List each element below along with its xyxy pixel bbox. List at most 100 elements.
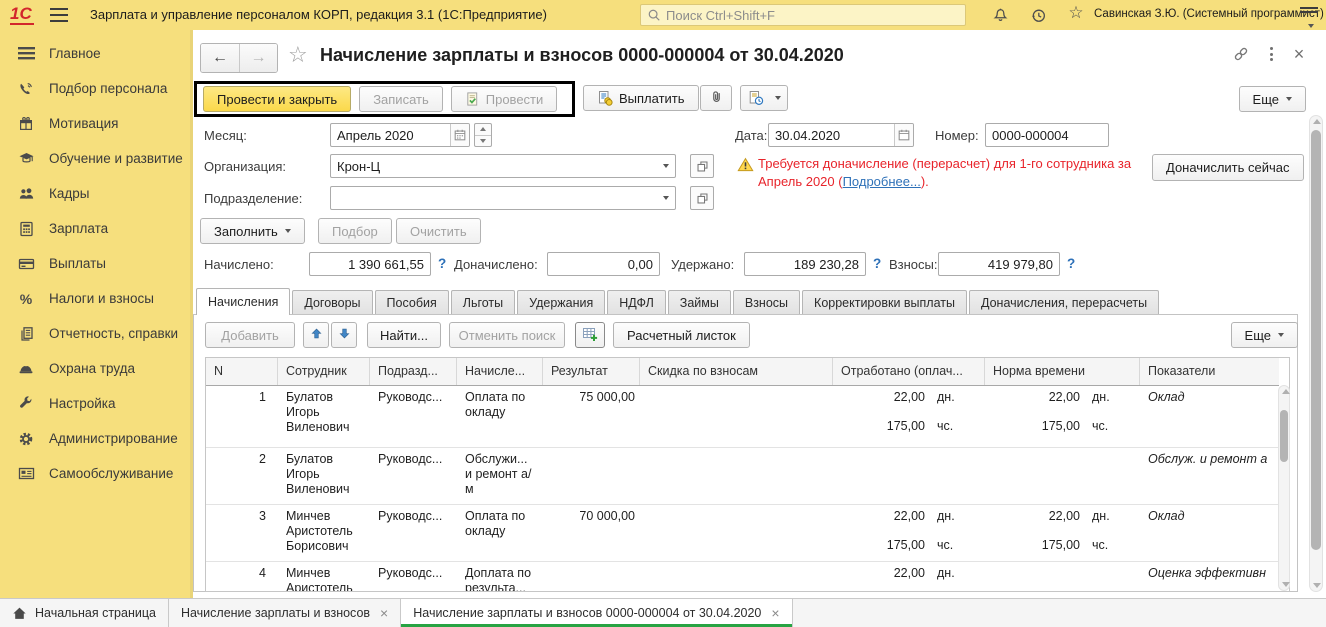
organization-field[interactable] (330, 154, 676, 178)
calendar-icon[interactable] (894, 124, 913, 146)
back-button[interactable]: ← (201, 44, 239, 72)
pay-button[interactable]: Выплатить (583, 85, 699, 111)
column-settings-button[interactable] (575, 322, 605, 348)
tab-privileges[interactable]: Льготы (451, 290, 515, 315)
close-icon[interactable]: × (1288, 44, 1310, 64)
chevron-down-icon[interactable] (658, 187, 675, 209)
withheld-field[interactable] (744, 252, 866, 276)
post-button[interactable]: Провести (451, 86, 558, 112)
sidebar-item-settings[interactable]: Настройка (0, 386, 190, 421)
table-row[interactable]: 4 Минчев Аристотель Руководс... Доплата … (206, 562, 1279, 592)
fill-button[interactable]: Заполнить (200, 218, 305, 244)
withheld-input[interactable] (745, 253, 865, 275)
details-link[interactable]: Подробнее... (843, 174, 921, 189)
withheld-help[interactable]: ? (873, 256, 881, 271)
window-tab[interactable]: Начисление зарплаты и взносов × (169, 599, 401, 627)
sidebar-item-salary[interactable]: Зарплата (0, 211, 190, 246)
tab-benefits[interactable]: Пособия (375, 290, 449, 315)
accrued-field[interactable] (309, 252, 431, 276)
department-open-button[interactable] (690, 186, 714, 210)
move-down-button[interactable] (331, 322, 357, 348)
sidebar-item-labor-safety[interactable]: Охрана труда (0, 351, 190, 386)
table-scrollbar-thumb[interactable] (1280, 410, 1288, 462)
close-tab-icon[interactable]: × (380, 605, 388, 621)
sidebar-item-recruiting[interactable]: Подбор персонала (0, 71, 190, 106)
tab-recalculations[interactable]: Доначисления, перерасчеты (969, 290, 1159, 315)
move-up-button[interactable] (303, 322, 329, 348)
tab-accruals[interactable]: Начисления (196, 288, 290, 315)
tab-deductions[interactable]: Удержания (517, 290, 605, 315)
pick-button[interactable]: Подбор (318, 218, 392, 244)
date-field[interactable] (768, 123, 914, 147)
post-and-close-button[interactable]: Провести и закрыть (203, 86, 351, 112)
month-field[interactable] (330, 123, 470, 147)
sidebar-item-motivation[interactable]: Мотивация (0, 106, 190, 141)
more-button-top[interactable]: Еще (1239, 86, 1306, 112)
tab-ndfl[interactable]: НДФЛ (607, 290, 666, 315)
sidebar-item-taxes[interactable]: % Налоги и взносы (0, 281, 190, 316)
clear-button[interactable]: Очистить (396, 218, 481, 244)
organization-open-button[interactable] (690, 154, 714, 178)
cancel-search-button[interactable]: Отменить поиск (449, 322, 565, 348)
get-link-icon[interactable] (1230, 44, 1252, 64)
service-menu-icon[interactable] (1300, 7, 1318, 23)
tab-contributions[interactable]: Взносы (733, 290, 800, 315)
col-header-discount[interactable]: Скидка по взносам (640, 358, 833, 385)
payslip-button[interactable]: Расчетный листок (613, 322, 750, 348)
tab-payment-adjustments[interactable]: Корректировки выплаты (802, 290, 967, 315)
more-menu-icon[interactable] (1260, 44, 1282, 64)
close-tab-icon[interactable]: × (771, 605, 779, 621)
table-row[interactable]: 3 Минчев Аристотель Борисович Руководс..… (206, 505, 1279, 562)
col-header-n[interactable]: N (206, 358, 278, 385)
history-icon[interactable] (1028, 5, 1048, 25)
form-scrollbar-thumb[interactable] (1311, 130, 1321, 550)
current-user[interactable]: Савинская З.Ю. (Системный программист) (1094, 8, 1324, 20)
contributions-help[interactable]: ? (1067, 256, 1075, 271)
additional-field[interactable] (547, 252, 660, 276)
sidebar-item-reports[interactable]: Отчетность, справки (0, 316, 190, 351)
recalculate-now-button[interactable]: Доначислить сейчас (1152, 154, 1304, 181)
additional-input[interactable] (548, 253, 659, 275)
organization-input[interactable] (331, 155, 658, 177)
col-header-worked[interactable]: Отработано (оплач... (833, 358, 985, 385)
form-scrollbar[interactable] (1309, 115, 1323, 592)
contributions-input[interactable] (939, 253, 1059, 275)
department-input[interactable] (331, 187, 658, 209)
notifications-bell-icon[interactable] (990, 5, 1010, 25)
main-menu-icon[interactable] (50, 8, 68, 22)
posting-mode-button[interactable] (740, 85, 788, 111)
department-field[interactable] (330, 186, 676, 210)
favorite-star-icon[interactable]: ☆ (288, 42, 308, 68)
tab-contracts[interactable]: Договоры (292, 290, 372, 315)
global-search[interactable] (640, 4, 966, 26)
table-row[interactable]: 1 Булатов Игорь Виленович Руководс... Оп… (206, 386, 1279, 448)
col-header-department[interactable]: Подразд... (370, 358, 457, 385)
window-tab-active[interactable]: Начисление зарплаты и взносов 0000-00000… (401, 599, 792, 627)
date-input[interactable] (769, 124, 894, 146)
table-row[interactable]: 2 Булатов Игорь Виленович Руководс... Об… (206, 448, 1279, 505)
forward-button[interactable]: → (239, 44, 277, 72)
more-button-grid[interactable]: Еще (1231, 322, 1298, 348)
number-input[interactable] (986, 124, 1108, 146)
find-button[interactable]: Найти... (367, 322, 441, 348)
month-input[interactable] (331, 124, 450, 146)
write-button[interactable]: Записать (359, 86, 443, 112)
calendar-icon[interactable] (450, 124, 469, 146)
month-spinner[interactable] (474, 123, 492, 147)
sidebar-item-main[interactable]: Главное (0, 36, 190, 71)
search-input[interactable] (666, 8, 959, 23)
accrued-input[interactable] (310, 253, 430, 275)
col-header-indicators[interactable]: Показатели (1140, 358, 1279, 385)
sidebar-item-administration[interactable]: Администрирование (0, 421, 190, 456)
col-header-accrual[interactable]: Начисле... (457, 358, 543, 385)
sidebar-item-payments[interactable]: Выплаты (0, 246, 190, 281)
sidebar-item-training[interactable]: Обучение и развитие (0, 141, 190, 176)
tab-loans[interactable]: Займы (668, 290, 731, 315)
home-page-button[interactable]: Начальная страница (0, 599, 169, 627)
favorites-star-icon[interactable]: ☆ (1066, 3, 1086, 23)
col-header-norm[interactable]: Норма времени (985, 358, 1140, 385)
sidebar-item-self-service[interactable]: Самообслуживание (0, 456, 190, 491)
col-header-employee[interactable]: Сотрудник (278, 358, 370, 385)
number-field[interactable] (985, 123, 1109, 147)
attachments-button[interactable] (700, 85, 732, 111)
